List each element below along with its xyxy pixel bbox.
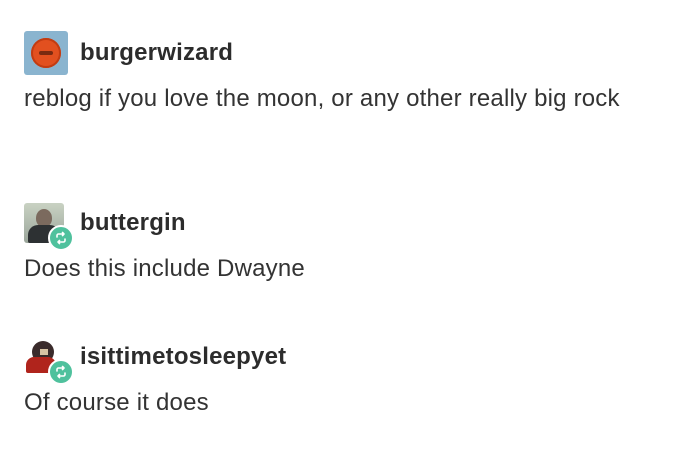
post-text: Of course it does bbox=[24, 389, 209, 416]
reblog-post: isittimetosleepyet Of course it does bbox=[24, 334, 684, 420]
post-header: burgerwizard bbox=[24, 30, 684, 76]
avatar[interactable] bbox=[24, 203, 74, 251]
post-header: buttergin bbox=[24, 200, 684, 251]
original-post: burgerwizard reblog if you love the moon… bbox=[24, 30, 684, 116]
reblog-icon bbox=[48, 359, 74, 385]
post-text: Does this include Dwayne bbox=[24, 255, 305, 282]
avatar[interactable] bbox=[24, 31, 68, 75]
username-link[interactable]: burgerwizard bbox=[80, 39, 233, 67]
reblog-post: buttergin Does this include Dwayne bbox=[24, 200, 684, 286]
avatar[interactable] bbox=[24, 337, 74, 385]
post-text: reblog if you love the moon, or any othe… bbox=[24, 85, 620, 112]
burger-icon bbox=[31, 38, 61, 68]
username-link[interactable]: isittimetosleepyet bbox=[80, 343, 286, 371]
post-header: isittimetosleepyet bbox=[24, 334, 684, 385]
username-link[interactable]: buttergin bbox=[80, 209, 186, 237]
reblog-icon bbox=[48, 225, 74, 251]
avatar-shape bbox=[40, 349, 48, 355]
